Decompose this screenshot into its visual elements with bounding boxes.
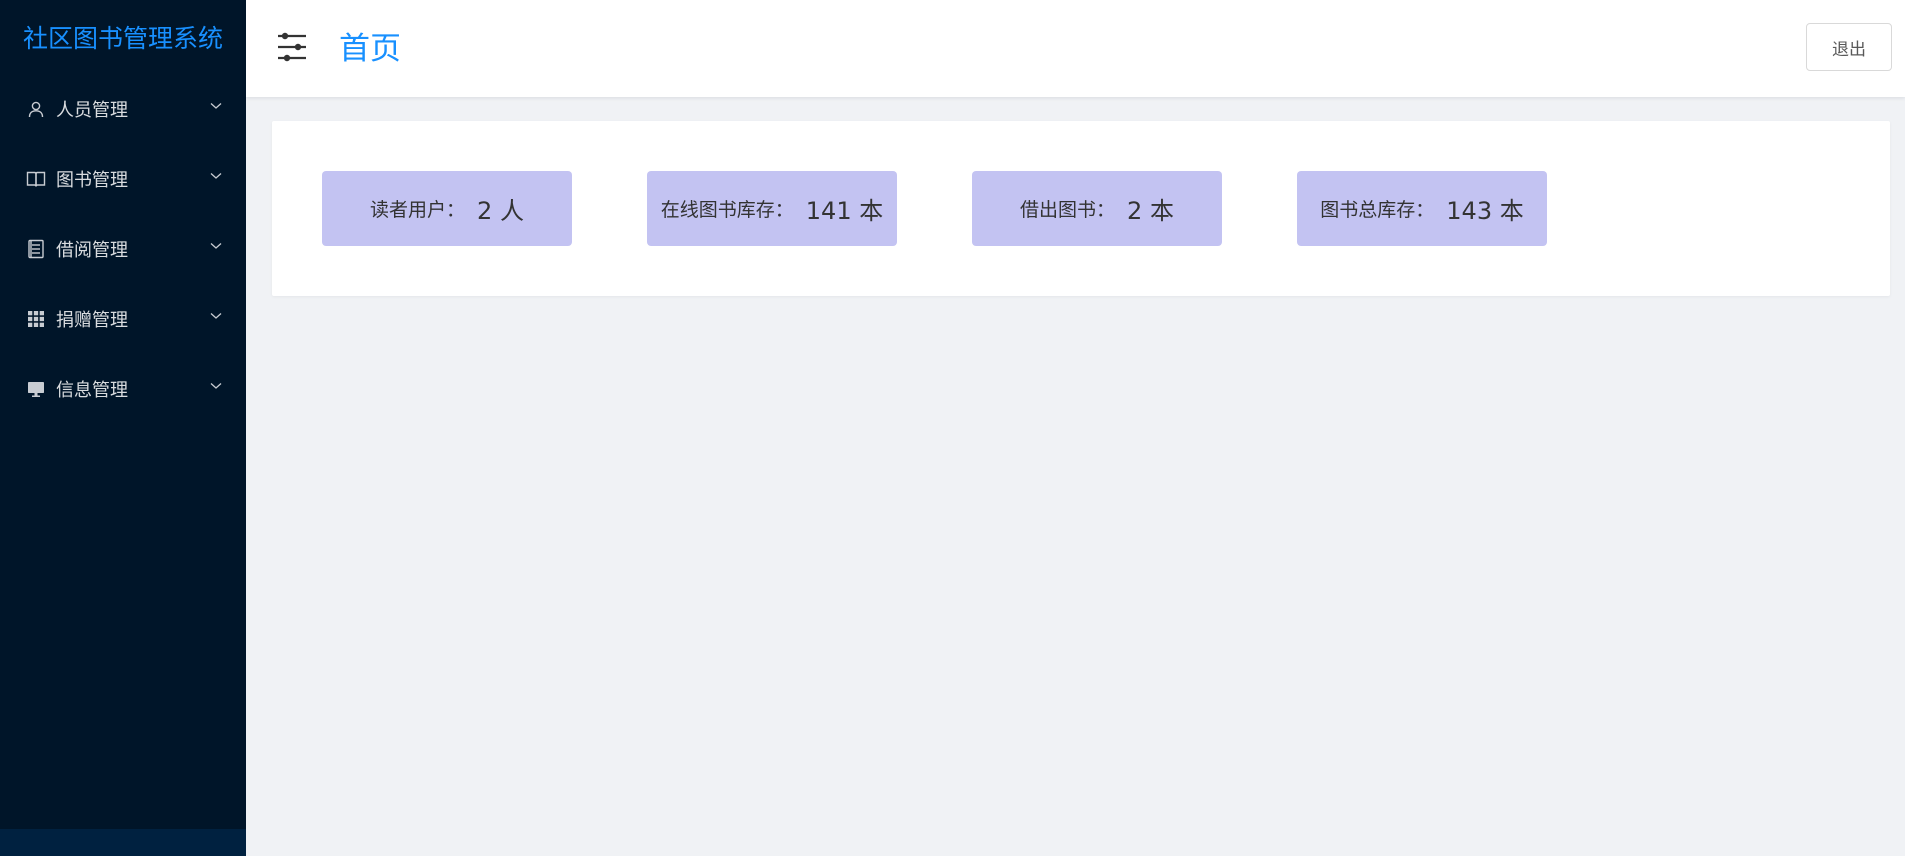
app-title: 社区图书管理系统 (22, 24, 223, 53)
sidebar: 社区图书管理系统 人员管理 图书管理 借阅管理 捐赠管理 信息管理 (0, 0, 246, 856)
chevron-down-icon (210, 310, 222, 322)
chevron-down-icon (210, 170, 222, 182)
stat-value: 143 本 (1446, 197, 1524, 225)
top-header: 首页 退出 (246, 0, 1905, 97)
logout-button[interactable]: 退出 (1806, 23, 1892, 71)
stat-online-stock: 在线图书库存： 141 本 (647, 171, 897, 246)
sidebar-item-books[interactable]: 图书管理 (0, 144, 246, 214)
sidebar-item-label: 信息管理 (56, 380, 128, 401)
sidebar-footer (0, 829, 246, 856)
sidebar-item-label: 借阅管理 (56, 240, 128, 261)
sidebar-item-label: 捐赠管理 (56, 310, 128, 331)
grid-icon (26, 309, 46, 329)
stats-card: 读者用户： 2 人 在线图书库存： 141 本 借出图书： 2 本 图书总库存：… (272, 121, 1890, 296)
book-icon (26, 169, 46, 189)
sidebar-item-donations[interactable]: 捐赠管理 (0, 284, 246, 354)
sidebar-menu: 人员管理 图书管理 借阅管理 捐赠管理 信息管理 (0, 74, 246, 424)
menu-toggle-icon[interactable] (276, 30, 308, 64)
stat-value: 141 本 (805, 197, 884, 225)
stat-value: 2 本 (1127, 197, 1174, 225)
sidebar-item-information[interactable]: 信息管理 (0, 354, 246, 424)
user-icon (26, 99, 46, 119)
stat-borrowed: 借出图书： 2 本 (972, 171, 1222, 246)
stat-total-stock: 图书总库存： 143 本 (1297, 171, 1547, 246)
document-icon (26, 239, 46, 259)
stat-readers: 读者用户： 2 人 (322, 171, 572, 246)
stat-value: 2 人 (477, 197, 524, 225)
chevron-down-icon (210, 100, 222, 112)
chevron-down-icon (210, 240, 222, 252)
stat-label: 在线图书库存： (660, 199, 794, 221)
chevron-down-icon (210, 380, 222, 392)
stat-label: 借出图书： (1020, 199, 1116, 221)
stat-label: 图书总库存： (1320, 199, 1435, 221)
sidebar-item-label: 图书管理 (56, 170, 128, 191)
page-title: 首页 (339, 31, 401, 67)
sidebar-item-borrowing[interactable]: 借阅管理 (0, 214, 246, 284)
monitor-icon (26, 379, 46, 399)
stat-label: 读者用户： (370, 199, 466, 221)
sidebar-item-personnel[interactable]: 人员管理 (0, 74, 246, 144)
sidebar-item-label: 人员管理 (56, 100, 128, 121)
app-root: 社区图书管理系统 人员管理 图书管理 借阅管理 捐赠管理 信息管理 首页 退出 … (0, 0, 1905, 856)
